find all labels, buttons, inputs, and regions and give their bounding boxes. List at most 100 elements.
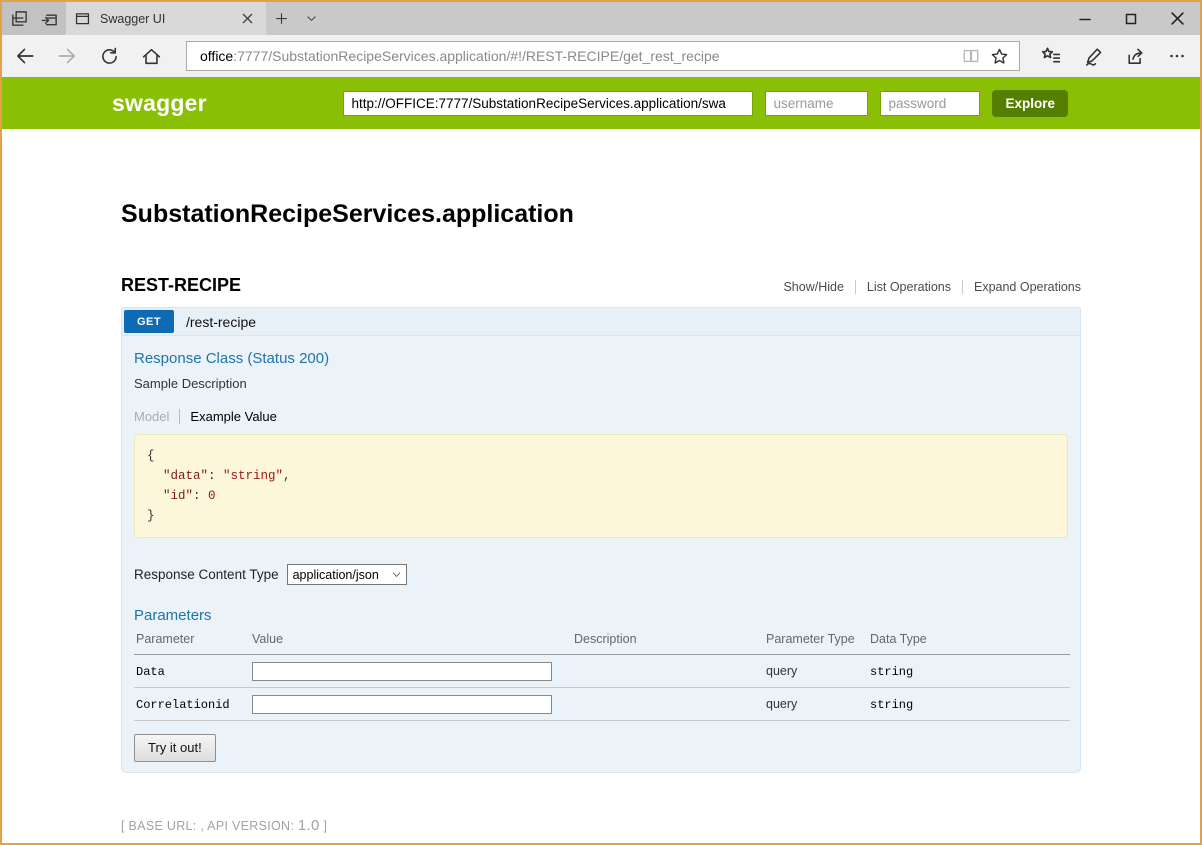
- window-controls: [1062, 2, 1200, 35]
- share-button[interactable]: [1114, 37, 1156, 75]
- new-tab-button[interactable]: [266, 2, 296, 35]
- parameters-table: Parameter Value Description Parameter Ty…: [134, 632, 1070, 721]
- browser-tab[interactable]: Swagger UI: [66, 2, 266, 35]
- param-type: query: [766, 697, 797, 711]
- response-content-type-select[interactable]: application/json: [287, 564, 407, 585]
- expand-operations-link[interactable]: Expand Operations: [962, 280, 1081, 294]
- list-operations-link[interactable]: List Operations: [855, 280, 962, 294]
- web-note-button[interactable]: [1072, 37, 1114, 75]
- tab-actions: [2, 2, 66, 35]
- tab-title: Swagger UI: [100, 12, 236, 26]
- set-tabs-aside-button[interactable]: [4, 2, 34, 35]
- home-icon: [141, 46, 162, 67]
- password-input[interactable]: [880, 91, 980, 116]
- favorite-button[interactable]: [985, 43, 1013, 69]
- resource-header: REST-RECIPE Show/Hide List Operations Ex…: [121, 275, 1081, 296]
- try-it-out-button[interactable]: Try it out!: [134, 734, 216, 762]
- base-url-footer: [ BASE URL: , API VERSION: 1.0 ]: [121, 817, 1081, 834]
- tabs-youve-set-aside-button[interactable]: [34, 2, 64, 35]
- resource-title: REST-RECIPE: [121, 275, 241, 296]
- param-name: Data: [136, 665, 165, 679]
- json-close-brace: }: [147, 509, 155, 523]
- http-method-badge[interactable]: GET: [124, 310, 174, 333]
- page-title: SubstationRecipeServices.application: [121, 200, 1081, 229]
- json-open-brace: {: [147, 449, 155, 463]
- swagger-page: SubstationRecipeServices.application RES…: [2, 129, 1200, 843]
- param-data-type: string: [870, 698, 913, 712]
- hub-icon: [1040, 45, 1062, 67]
- json-colon: :: [193, 489, 208, 503]
- param-correlationid-value-input[interactable]: [252, 695, 552, 714]
- ellipsis-icon: [1167, 46, 1187, 66]
- signature-tabs: Model Example Value: [134, 409, 1068, 424]
- json-key-id: "id": [163, 489, 193, 503]
- col-parameter: Parameter: [134, 632, 250, 655]
- operation-heading[interactable]: GET /rest-recipe: [121, 307, 1081, 336]
- swagger-header: swagger Explore: [2, 77, 1200, 129]
- json-comma: ,: [283, 469, 291, 483]
- response-description: Sample Description: [134, 376, 1068, 391]
- chevron-down-icon: [391, 569, 402, 580]
- footer-prefix: [ BASE URL: , API VERSION:: [121, 819, 298, 833]
- home-button[interactable]: [130, 37, 172, 75]
- url-host: office: [200, 48, 233, 64]
- json-colon: :: [208, 469, 223, 483]
- api-url-input[interactable]: [343, 91, 753, 116]
- reading-view-icon: [962, 47, 980, 65]
- explore-button[interactable]: Explore: [992, 90, 1068, 117]
- tab-preview-toggle-button[interactable]: [296, 2, 326, 35]
- selected-content-type: application/json: [293, 568, 379, 582]
- parameters-header-row: Parameter Value Description Parameter Ty…: [134, 632, 1070, 655]
- back-button[interactable]: [4, 37, 46, 75]
- refresh-button[interactable]: [88, 37, 130, 75]
- refresh-icon: [99, 46, 120, 67]
- json-key-data: "data": [163, 469, 208, 483]
- close-icon: [242, 13, 253, 24]
- close-tab-button[interactable]: [236, 8, 258, 30]
- url-path: :7777/SubstationRecipeServices.applicati…: [233, 48, 719, 64]
- api-version: 1.0: [298, 817, 320, 834]
- operation-content: Response Class (Status 200) Sample Descr…: [121, 336, 1081, 773]
- col-description: Description: [572, 632, 764, 655]
- tab-model[interactable]: Model: [134, 409, 180, 424]
- table-row: Data query string: [134, 655, 1070, 688]
- forward-arrow-icon: [56, 45, 78, 67]
- swagger-header-controls: Explore: [343, 90, 1068, 117]
- page-favicon-icon: [74, 10, 91, 27]
- chevron-down-icon: [305, 12, 318, 25]
- tabbar-spacer: [326, 2, 1062, 35]
- browser-window: Swagger UI: [0, 0, 1202, 845]
- browser-toolbar: office:7777/SubstationRecipeServices.app…: [2, 35, 1200, 77]
- set-tabs-aside-icon: [10, 9, 29, 28]
- address-bar[interactable]: office:7777/SubstationRecipeServices.app…: [186, 41, 1020, 71]
- json-value-data: "string": [223, 469, 283, 483]
- minimize-button[interactable]: [1062, 2, 1108, 35]
- maximize-icon: [1125, 13, 1137, 25]
- plus-icon: [274, 11, 289, 26]
- tab-extra-buttons: [266, 2, 326, 35]
- json-value-id: 0: [208, 489, 216, 503]
- get-operation: GET /rest-recipe Response Class (Status …: [121, 307, 1081, 773]
- maximize-button[interactable]: [1108, 2, 1154, 35]
- param-type: query: [766, 664, 797, 678]
- minimize-icon: [1079, 13, 1091, 25]
- resource-links: Show/Hide List Operations Expand Operati…: [772, 280, 1081, 294]
- col-data-type: Data Type: [868, 632, 1070, 655]
- url-text: office:7777/SubstationRecipeServices.app…: [200, 48, 957, 64]
- show-hide-link[interactable]: Show/Hide: [772, 280, 854, 294]
- hub-button[interactable]: [1030, 37, 1072, 75]
- table-row: Correlationid query string: [134, 688, 1070, 721]
- reading-view-button: [957, 43, 985, 69]
- swagger-logo: swagger: [112, 90, 207, 117]
- response-class-heading: Response Class (Status 200): [134, 350, 1068, 367]
- back-arrow-icon: [14, 45, 36, 67]
- param-data-value-input[interactable]: [252, 662, 552, 681]
- close-window-button[interactable]: [1154, 2, 1200, 35]
- operation-path[interactable]: /rest-recipe: [186, 314, 256, 330]
- share-icon: [1125, 46, 1146, 67]
- response-content-type-row: Response Content Type application/json: [134, 564, 1068, 585]
- col-parameter-type: Parameter Type: [764, 632, 868, 655]
- tab-example-value[interactable]: Example Value: [180, 409, 276, 424]
- more-button[interactable]: [1156, 37, 1198, 75]
- username-input[interactable]: [765, 91, 868, 116]
